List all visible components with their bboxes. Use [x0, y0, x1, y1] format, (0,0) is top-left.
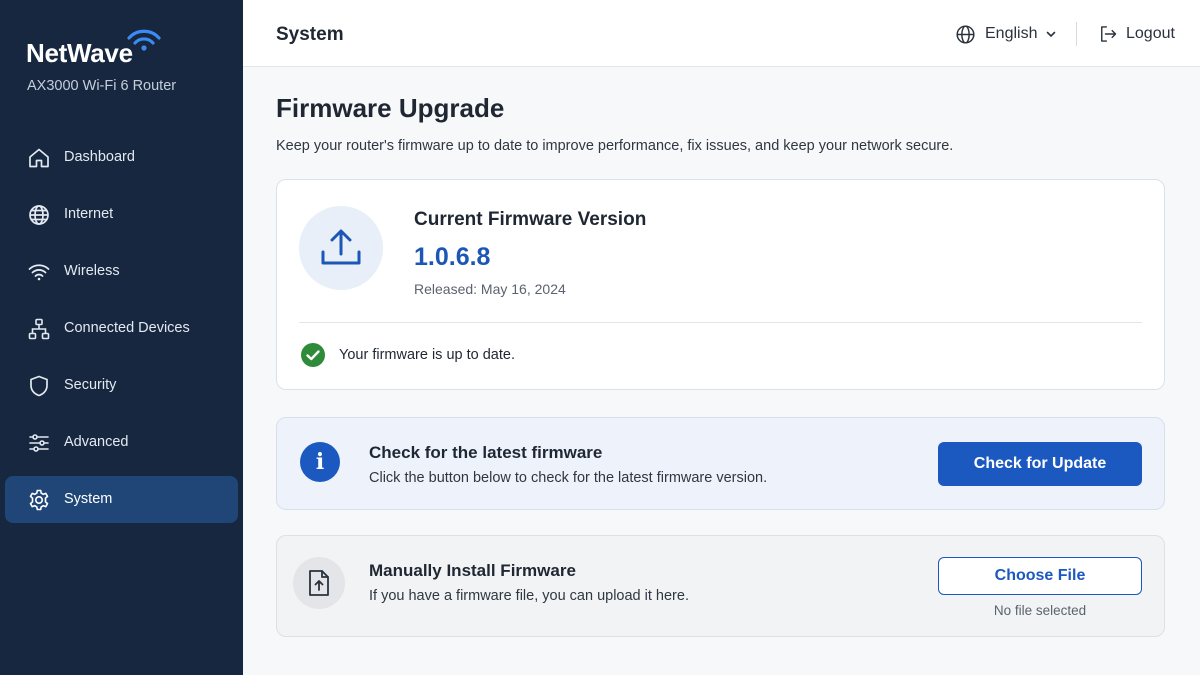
logout-button[interactable]: Logout: [1098, 23, 1175, 45]
chevron-down-icon: [1047, 31, 1056, 38]
manual-install-description: If you have a firmware file, you can upl…: [369, 588, 689, 604]
sidebar-item-wireless[interactable]: Wireless: [5, 248, 238, 295]
language-label: English: [985, 25, 1038, 42]
release-date: Released: May 16, 2024: [414, 281, 566, 297]
sidebar-item-connected-devices[interactable]: Connected Devices: [5, 305, 238, 352]
globe-icon: [29, 205, 49, 225]
check-update-card: i Check for the latest firmware Click th…: [276, 417, 1165, 510]
manual-install-card: Manually Install Firmware If you have a …: [276, 535, 1165, 637]
header-title: System: [276, 24, 344, 45]
check-update-title: Check for the latest firmware: [369, 443, 603, 462]
choose-file-button[interactable]: Choose File: [938, 557, 1142, 595]
sidebar-item-label: Security: [64, 377, 117, 393]
top-header: System English Logout: [243, 0, 1200, 67]
sidebar-item-dashboard[interactable]: Dashboard: [5, 134, 238, 181]
sidebar-item-label: System: [64, 491, 113, 507]
file-upload-icon-badge: [293, 557, 345, 609]
logout-label: Logout: [1126, 25, 1175, 42]
page-description: Keep your router's firmware up to date t…: [276, 138, 954, 154]
page-title: Firmware Upgrade: [276, 93, 505, 123]
check-circle-icon: [301, 343, 325, 367]
wifi-logo-icon: [127, 29, 161, 51]
sidebar-item-label: Connected Devices: [64, 320, 190, 336]
shield-icon: [30, 375, 48, 397]
sidebar-item-security[interactable]: Security: [5, 362, 238, 409]
info-icon: i: [300, 442, 340, 482]
sidebar-item-label: Internet: [64, 206, 114, 222]
language-selector[interactable]: English: [955, 23, 1057, 45]
card-divider: [299, 322, 1142, 323]
home-icon: [29, 148, 49, 168]
status-text: Your firmware is up to date.: [339, 347, 515, 363]
logout-icon: [1101, 26, 1117, 42]
sidebar-item-label: Dashboard: [64, 149, 135, 165]
brand: NetWave AX3000 Wi-Fi 6 Router: [26, 29, 226, 94]
sliders-icon: [29, 434, 49, 452]
firmware-version: 1.0.6.8: [414, 243, 491, 271]
sidebar-item-system[interactable]: System: [5, 476, 238, 523]
sidebar-item-label: Wireless: [64, 263, 120, 279]
header-divider: [1076, 22, 1077, 46]
globe-icon: [956, 24, 975, 44]
current-firmware-card: Current Firmware Version 1.0.6.8 Release…: [276, 179, 1165, 390]
file-upload-icon: [309, 570, 329, 596]
sidebar-item-advanced[interactable]: Advanced: [5, 419, 238, 466]
sidebar: NetWave AX3000 Wi-Fi 6 Router Dashboard …: [0, 0, 243, 675]
brand-subtitle: AX3000 Wi-Fi 6 Router: [27, 78, 177, 94]
sidebar-item-label: Advanced: [64, 434, 129, 450]
network-icon: [28, 318, 50, 340]
firmware-status: Your firmware is up to date.: [301, 343, 515, 367]
check-update-description: Click the button below to check for the …: [369, 470, 768, 486]
upload-icon: [321, 229, 361, 265]
check-for-update-button[interactable]: Check for Update: [938, 442, 1142, 486]
manual-install-title: Manually Install Firmware: [369, 561, 576, 580]
wifi-icon: [28, 264, 50, 281]
current-firmware-title: Current Firmware Version: [414, 209, 647, 230]
gear-icon: [29, 489, 49, 511]
upload-icon-badge: [299, 206, 383, 290]
sidebar-item-internet[interactable]: Internet: [5, 191, 238, 238]
file-status: No file selected: [993, 603, 1087, 618]
